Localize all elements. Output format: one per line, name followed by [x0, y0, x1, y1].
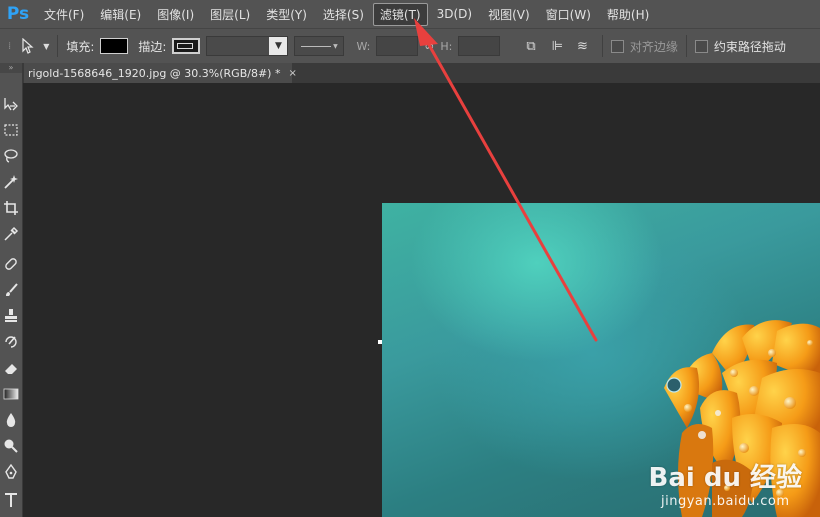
photoshop-logo: Ps: [6, 4, 30, 24]
move-icon: [4, 98, 18, 111]
path-select-tool-preset[interactable]: ▼: [21, 38, 49, 54]
chevron-down-icon: ▼: [269, 37, 288, 55]
stroke-width-dropdown[interactable]: ▼: [206, 36, 289, 56]
menu-layer[interactable]: 图层(L): [203, 3, 257, 26]
stroke-label: 描边:: [138, 39, 167, 54]
watermark-logo: Bai du 经验: [648, 463, 803, 493]
fill-color-swatch[interactable]: [100, 38, 129, 54]
clone-stamp-icon: [5, 309, 17, 322]
menu-filter[interactable]: 滤镜(T): [372, 2, 428, 26]
magic-wand-tool[interactable]: [0, 171, 22, 193]
constrain-path-label: 约束路径拖动: [713, 39, 786, 54]
blur-icon: [6, 413, 16, 427]
menu-image[interactable]: 图像(I): [150, 3, 201, 26]
blur-tool[interactable]: [0, 409, 22, 431]
baidu-watermark: Bai du 经验 jingyan.baidu.com: [649, 457, 803, 509]
options-grip-icon: ⁞: [8, 40, 12, 52]
pen-icon: [5, 464, 17, 479]
constrain-path-checkbox[interactable]: 约束路径拖动: [694, 38, 786, 55]
checkbox-box: [610, 39, 624, 53]
document-image[interactable]: Bai du 经验 jingyan.baidu.com: [382, 203, 820, 517]
stroke-type-dropdown[interactable]: ▼: [294, 36, 345, 56]
fill-label: 填充:: [66, 39, 95, 54]
clone-stamp-tool[interactable]: [0, 305, 22, 327]
divider: [685, 35, 687, 57]
align-edges-checkbox[interactable]: 对齐边缘: [610, 38, 678, 55]
lasso-icon: [4, 149, 18, 163]
path-arrangement-icon[interactable]: ≋: [577, 39, 588, 54]
direct-select-arrow-icon: [22, 38, 34, 54]
eraser-tool[interactable]: [0, 357, 22, 379]
crop-tool[interactable]: [0, 197, 22, 219]
chevron-down-icon: ▼: [333, 42, 338, 50]
line-style-icon: [301, 45, 332, 47]
checkbox-box: [694, 39, 708, 53]
menu-bar: Ps 文件(F) 编辑(E) 图像(I) 图层(L) 类型(Y) 选择(S) 滤…: [0, 0, 820, 28]
menu-3d[interactable]: 3D(D): [430, 4, 479, 24]
menu-type[interactable]: 类型(Y): [259, 3, 314, 26]
lasso-tool[interactable]: [0, 145, 22, 167]
stroke-color-swatch[interactable]: [172, 38, 201, 54]
magic-wand-icon: [4, 175, 18, 189]
brush-icon: [6, 283, 18, 296]
width-input[interactable]: [376, 36, 419, 56]
type-icon: [5, 493, 17, 507]
align-edges-label: 对齐边缘: [629, 39, 678, 54]
brush-tool[interactable]: [0, 279, 22, 301]
type-tool[interactable]: [0, 489, 22, 511]
gradient-icon: [3, 388, 19, 400]
height-input[interactable]: [458, 36, 501, 56]
menu-view[interactable]: 视图(V): [481, 3, 537, 26]
path-alignment-icon[interactable]: ⊫: [552, 39, 563, 54]
marquee-icon: [4, 124, 18, 136]
link-icon[interactable]: ∞: [424, 39, 434, 53]
tools-panel: »: [0, 63, 23, 517]
toolbar-collapse-icon[interactable]: »: [0, 63, 22, 73]
gradient-tool[interactable]: [0, 383, 22, 405]
document-tab[interactable]: rigold-1568646_1920.jpg @ 30.3%(RGB/8#) …: [24, 63, 297, 83]
chevron-down-icon: ▼: [43, 41, 50, 51]
pen-tool[interactable]: [0, 461, 22, 483]
healing-brush-tool[interactable]: [0, 253, 22, 275]
menu-edit[interactable]: 编辑(E): [93, 3, 148, 26]
menu-window[interactable]: 窗口(W): [539, 3, 598, 26]
crop-icon: [4, 201, 18, 215]
history-brush-icon: [5, 336, 17, 348]
menu-help[interactable]: 帮助(H): [600, 3, 656, 26]
eraser-icon: [5, 364, 17, 374]
menu-select[interactable]: 选择(S): [316, 3, 371, 26]
height-label: H:: [440, 39, 453, 53]
dodge-icon: [4, 439, 18, 453]
close-icon[interactable]: ×: [288, 68, 296, 79]
divider: [57, 35, 59, 57]
menu-file[interactable]: 文件(F): [37, 3, 91, 26]
width-label: W:: [356, 39, 371, 53]
eyedropper-tool[interactable]: [0, 223, 22, 245]
marquee-tool[interactable]: [0, 119, 22, 141]
history-brush-tool[interactable]: [0, 331, 22, 353]
divider: [601, 35, 603, 57]
document-tab-title: rigold-1568646_1920.jpg @ 30.3%(RGB/8#) …: [28, 66, 281, 80]
options-bar: ⁞ ▼ 填充: 描边: ▼ ▼ W: ∞ H: ⧉ ⊫ ≋ 对齐边缘 约束路径拖…: [0, 28, 820, 64]
healing-brush-icon: [5, 258, 17, 270]
document-tab-bar: rigold-1568646_1920.jpg @ 30.3%(RGB/8#) …: [0, 63, 820, 83]
watermark-url: jingyan.baidu.com: [661, 494, 790, 509]
move-tool[interactable]: [0, 93, 22, 115]
path-operations-icon[interactable]: ⧉: [526, 39, 535, 54]
eyedropper-icon: [4, 226, 19, 241]
dodge-tool[interactable]: [0, 435, 22, 457]
